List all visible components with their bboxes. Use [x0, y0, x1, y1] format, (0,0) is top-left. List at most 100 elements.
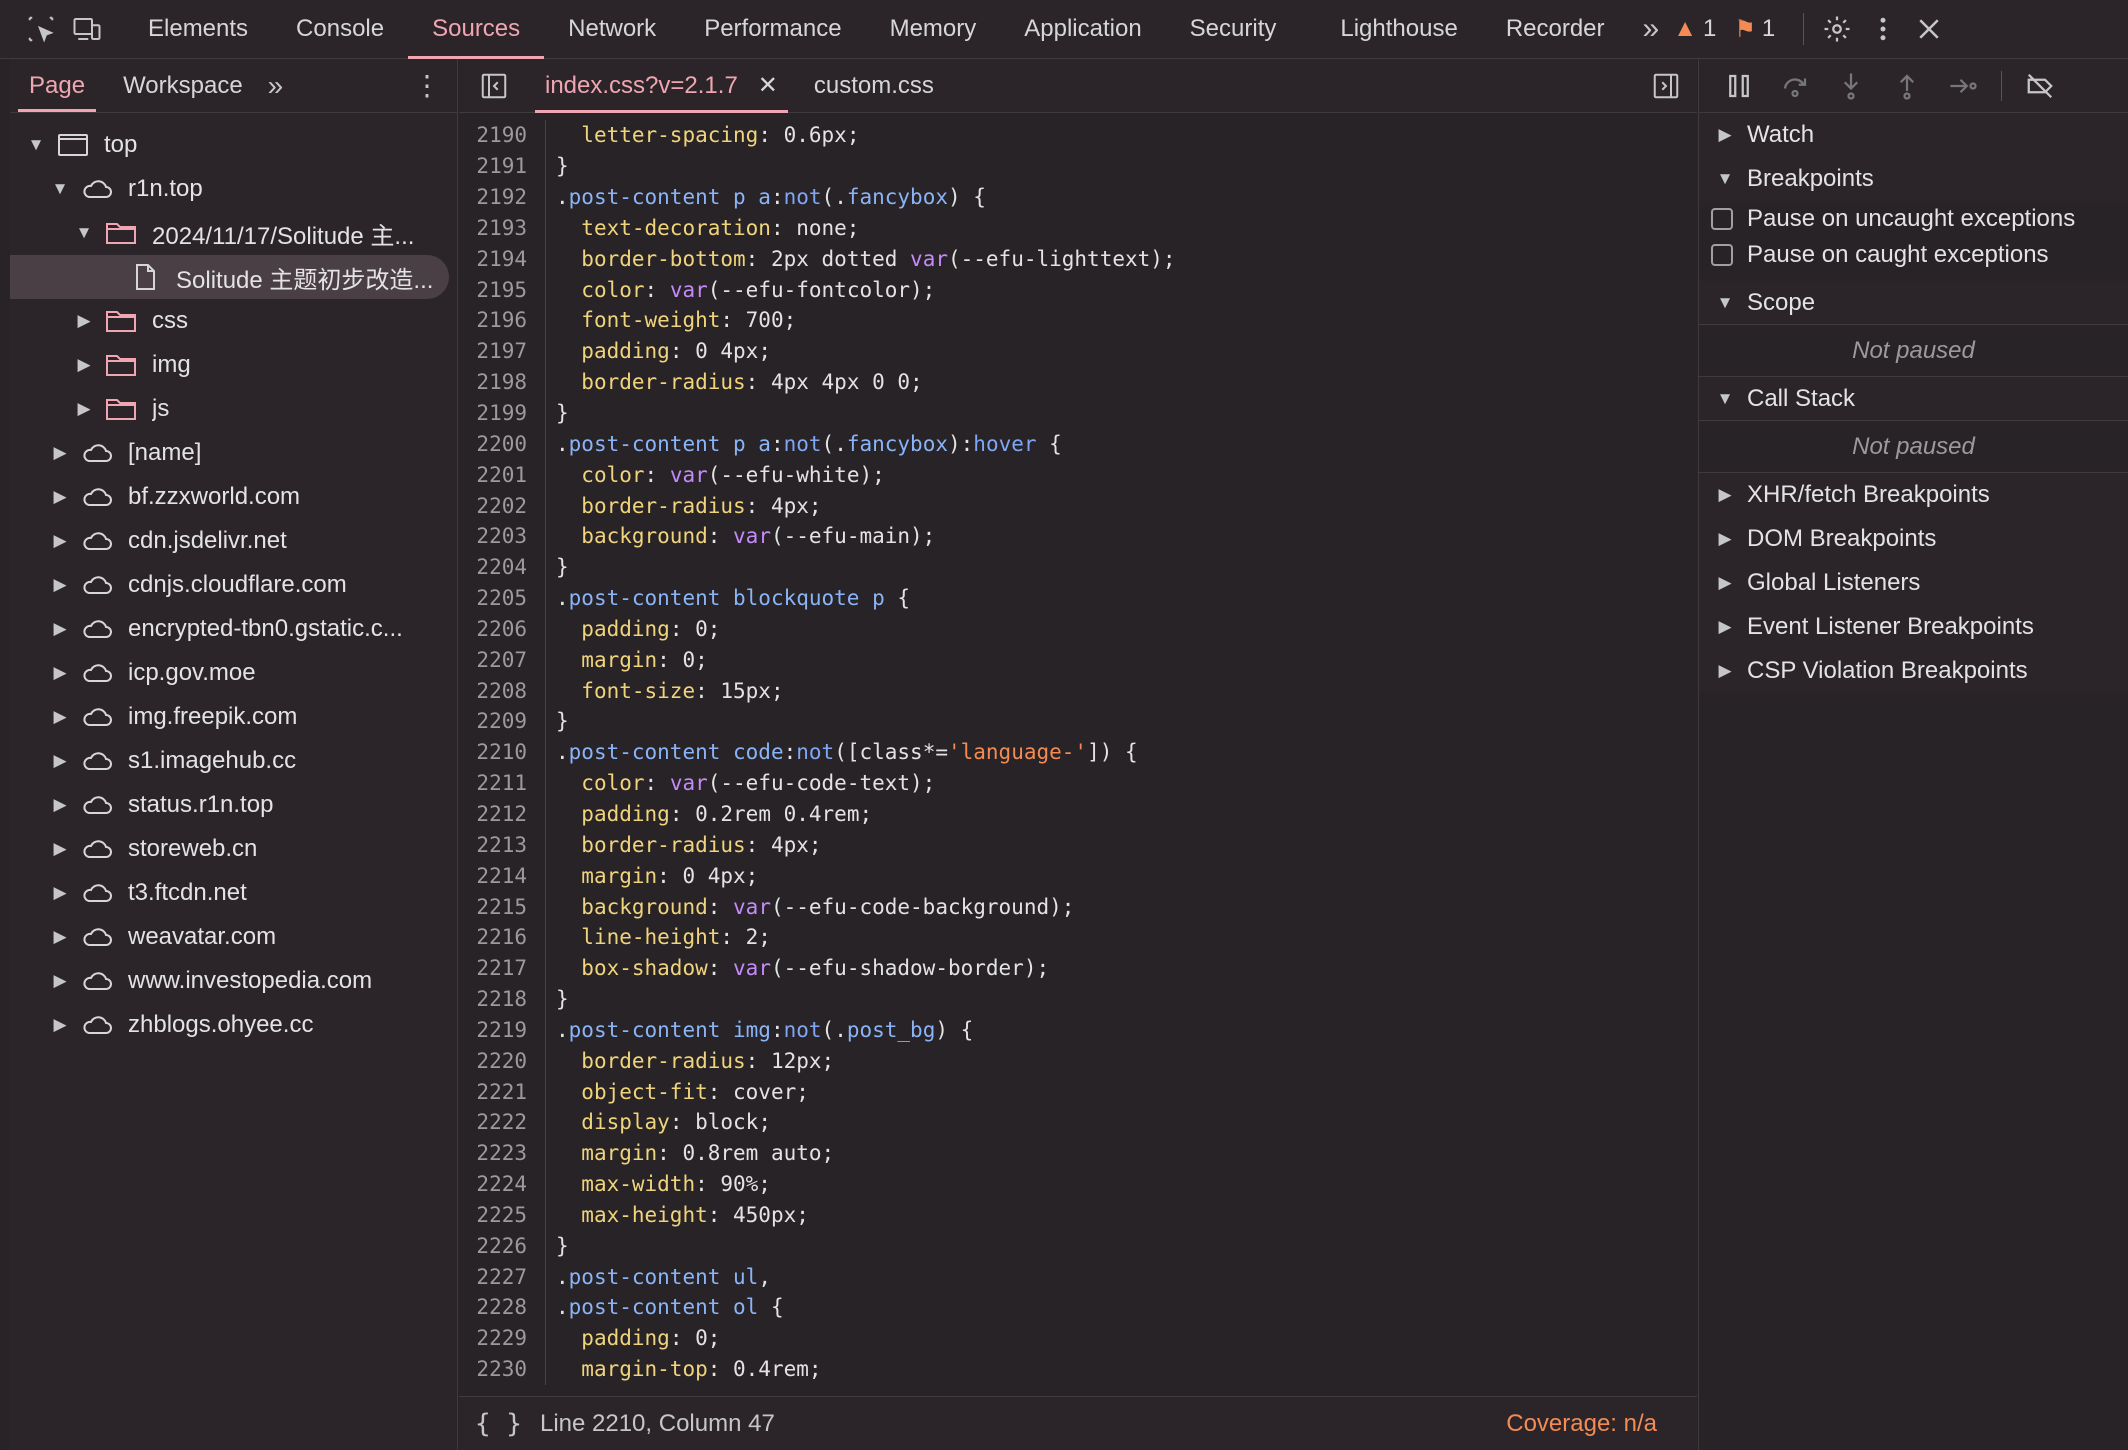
tree-item[interactable]: ▶ storeweb.cn — [10, 827, 457, 871]
collapse-arrow-icon[interactable]: ▼ — [48, 179, 72, 199]
tree-item[interactable]: ▶ css — [10, 299, 457, 343]
warnings-badge[interactable]: ▲ 1 — [1673, 15, 1716, 43]
close-icon[interactable]: ✕ — [758, 71, 778, 100]
line-number[interactable]: 2194 — [459, 247, 545, 271]
tree-item[interactable]: ▶ js — [10, 387, 457, 431]
expand-arrow-icon[interactable]: ▶ — [72, 311, 96, 331]
expand-arrow-icon[interactable]: ▶ — [72, 355, 96, 375]
section-csp-violation-breakpoints[interactable]: ▶ CSP Violation Breakpoints — [1699, 649, 2128, 693]
line-number[interactable]: 2211 — [459, 771, 545, 795]
line-number[interactable]: 2207 — [459, 648, 545, 672]
tree-item[interactable]: ▶ cdnjs.cloudflare.com — [10, 563, 457, 607]
collapse-arrow-icon[interactable]: ▼ — [72, 223, 96, 243]
expand-arrow-icon[interactable]: ▶ — [72, 399, 96, 419]
tree-item[interactable]: ▶ encrypted-tbn0.gstatic.c... — [10, 607, 457, 651]
expand-arrow-icon[interactable]: ▶ — [48, 443, 72, 463]
line-number[interactable]: 2218 — [459, 987, 545, 1011]
tree-item[interactable]: ▶ t3.ftcdn.net — [10, 871, 457, 915]
line-number[interactable]: 2202 — [459, 494, 545, 518]
line-number[interactable]: 2222 — [459, 1110, 545, 1134]
section-watch[interactable]: ▶ Watch — [1699, 113, 2128, 157]
collapse-arrow-icon[interactable]: ▼ — [24, 135, 48, 155]
line-number[interactable]: 2221 — [459, 1080, 545, 1104]
tab-memory[interactable]: Memory — [866, 0, 1001, 59]
tab-security[interactable]: Security — [1166, 0, 1301, 59]
tab-lighthouse[interactable]: Lighthouse — [1316, 0, 1481, 59]
line-number[interactable]: 2229 — [459, 1326, 545, 1350]
expand-arrow-icon[interactable]: ▶ — [48, 487, 72, 507]
tree-item[interactable]: ▶ status.r1n.top — [10, 783, 457, 827]
inspect-element-icon[interactable] — [18, 6, 64, 52]
pause-uncaught-checkbox[interactable] — [1711, 208, 1733, 230]
line-number[interactable]: 2209 — [459, 709, 545, 733]
gear-icon[interactable] — [1814, 6, 1860, 52]
line-number[interactable]: 2196 — [459, 308, 545, 332]
line-number[interactable]: 2192 — [459, 185, 545, 209]
section-xhr-fetch-breakpoints[interactable]: ▶ XHR/fetch Breakpoints — [1699, 473, 2128, 517]
expand-arrow-icon[interactable]: ▶ — [48, 575, 72, 595]
tab-workspace[interactable]: Workspace — [104, 59, 262, 112]
line-number[interactable]: 2199 — [459, 401, 545, 425]
expand-arrow-icon[interactable]: ▶ — [48, 1015, 72, 1035]
tab-sources[interactable]: Sources — [408, 0, 545, 59]
line-number[interactable]: 2220 — [459, 1049, 545, 1073]
tree-item[interactable]: ▶ [name] — [10, 431, 457, 475]
pretty-print-icon[interactable]: { } — [459, 1409, 540, 1439]
line-number[interactable]: 2224 — [459, 1172, 545, 1196]
toggle-navigator-icon[interactable] — [471, 63, 517, 109]
line-number[interactable]: 2213 — [459, 833, 545, 857]
expand-arrow-icon[interactable]: ▶ — [48, 707, 72, 727]
line-number[interactable]: 2195 — [459, 278, 545, 302]
deactivate-breakpoints-icon[interactable] — [2012, 64, 2068, 108]
tree-item[interactable]: ▼ r1n.top — [10, 167, 457, 211]
line-number[interactable]: 2203 — [459, 524, 545, 548]
section-event-listener-breakpoints[interactable]: ▶ Event Listener Breakpoints — [1699, 605, 2128, 649]
section-breakpoints[interactable]: ▼ Breakpoints — [1699, 157, 2128, 201]
section-dom-breakpoints[interactable]: ▶ DOM Breakpoints — [1699, 517, 2128, 561]
line-number[interactable]: 2191 — [459, 154, 545, 178]
kebab-menu-icon[interactable]: ⋮ — [397, 59, 457, 112]
section-global-listeners[interactable]: ▶ Global Listeners — [1699, 561, 2128, 605]
expand-arrow-icon[interactable]: ▶ — [48, 531, 72, 551]
issues-badge[interactable]: ⚑ 1 — [1734, 15, 1775, 44]
tree-item[interactable]: ▶ weavatar.com — [10, 915, 457, 959]
line-number[interactable]: 2190 — [459, 123, 545, 147]
tree-item[interactable]: ▶ bf.zzxworld.com — [10, 475, 457, 519]
line-number[interactable]: 2204 — [459, 555, 545, 579]
tree-item[interactable]: ▶ icp.gov.moe — [10, 651, 457, 695]
expand-arrow-icon[interactable]: ▶ — [48, 883, 72, 903]
tree-item[interactable]: Solitude 主题初步改造... — [10, 255, 449, 299]
line-number[interactable]: 2216 — [459, 925, 545, 949]
tree-item[interactable]: ▶ img — [10, 343, 457, 387]
pause-uncaught-option[interactable]: Pause on uncaught exceptions — [1699, 201, 2128, 237]
tab-recorder[interactable]: Recorder — [1482, 0, 1629, 59]
tab-index-css[interactable]: index.css?v=2.1.7 ✕ — [527, 59, 796, 113]
line-number[interactable]: 2219 — [459, 1018, 545, 1042]
tab-elements[interactable]: Elements — [124, 0, 272, 59]
tree-item[interactable]: ▶ cdn.jsdelivr.net — [10, 519, 457, 563]
step-out-icon[interactable] — [1879, 64, 1935, 108]
line-number[interactable]: 2200 — [459, 432, 545, 456]
tab-application[interactable]: Application — [1000, 0, 1165, 59]
kebab-menu-icon[interactable] — [1860, 6, 1906, 52]
expand-arrow-icon[interactable]: ▶ — [48, 619, 72, 639]
expand-arrow-icon[interactable]: ▶ — [48, 795, 72, 815]
line-number[interactable]: 2230 — [459, 1357, 545, 1381]
line-number[interactable]: 2215 — [459, 895, 545, 919]
pause-caught-checkbox[interactable] — [1711, 244, 1733, 266]
tab-console[interactable]: Console — [272, 0, 408, 59]
section-scope[interactable]: ▼ Scope — [1699, 281, 2128, 325]
line-number[interactable]: 2217 — [459, 956, 545, 980]
step-over-icon[interactable] — [1767, 64, 1823, 108]
line-number[interactable]: 2210 — [459, 740, 545, 764]
pause-icon[interactable] — [1711, 64, 1767, 108]
tree-item[interactable]: ▶ s1.imagehub.cc — [10, 739, 457, 783]
line-number[interactable]: 2198 — [459, 370, 545, 394]
line-number[interactable]: 2212 — [459, 802, 545, 826]
more-tabs-icon[interactable]: » — [1629, 12, 1674, 46]
expand-arrow-icon[interactable]: ▶ — [48, 839, 72, 859]
tree-item[interactable]: ▼ 2024/11/17/Solitude 主... — [10, 211, 457, 255]
expand-arrow-icon[interactable]: ▶ — [48, 971, 72, 991]
tree-item[interactable]: ▶ img.freepik.com — [10, 695, 457, 739]
step-icon[interactable] — [1935, 64, 1991, 108]
